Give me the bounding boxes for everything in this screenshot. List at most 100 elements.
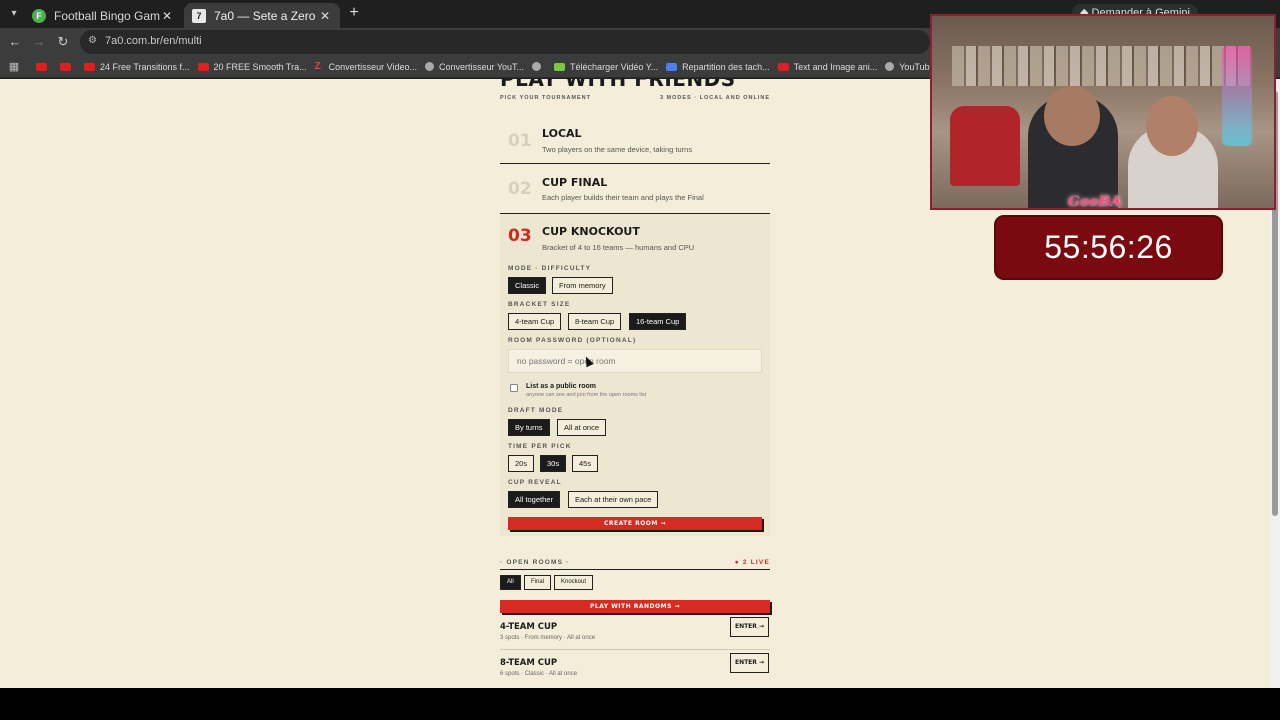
reload-icon[interactable]: ↻ [55, 34, 71, 50]
bookmark-item[interactable] [532, 62, 546, 71]
play-with-randoms-button[interactable]: PLAY WITH RANDOMS → [500, 600, 770, 613]
doc-icon [666, 62, 678, 71]
tab-title: Football Bingo Game - Play No [54, 8, 160, 23]
close-tab-icon[interactable]: ✕ [160, 9, 174, 23]
streamer-head-image [1146, 96, 1198, 156]
difficulty-label: MODE · DIFFICULTY [508, 265, 592, 272]
bookmark-item[interactable]: Télécharger Vidéo Y... [554, 62, 658, 72]
mode-number: 03 [508, 226, 532, 246]
back-icon[interactable]: ← [7, 34, 23, 50]
browser-window: ▾ F Football Bingo Game - Play No ✕ 7 7a… [0, 0, 1280, 720]
shelf-image [952, 46, 1252, 86]
password-label: ROOM PASSWORD (OPTIONAL) [508, 337, 637, 344]
cup-knockout-panel: 03 CUP KNOCKOUT Bracket of 4 to 16 teams… [500, 214, 770, 536]
live-count: ● 2 LIVE [734, 559, 770, 566]
pick-label: PICK YOUR TOURNAMENT [500, 95, 591, 101]
bracket-16-button[interactable]: 16-team Cup [629, 313, 687, 330]
globe-icon [424, 62, 434, 71]
globe-icon [885, 62, 895, 71]
mode-name: CUP FINAL [542, 176, 608, 189]
draft-label: DRAFT MODE [508, 407, 564, 414]
bracket-label: BRACKET SIZE [508, 301, 571, 308]
url-text: 7a0.com.br/en/multi [105, 35, 202, 47]
bookmark-item[interactable]: Convertisseur YouT... [424, 62, 524, 72]
youtube-icon [36, 62, 47, 71]
webcam-overlay: GooBA [930, 14, 1276, 210]
divider [500, 163, 770, 164]
new-tab-icon[interactable]: + [346, 5, 362, 21]
public-room-checkbox[interactable] [510, 384, 518, 392]
draft-by-turns-button[interactable]: By turns [508, 419, 550, 436]
z-icon: Z [314, 61, 321, 72]
create-room-button[interactable]: CREATE ROOM → [508, 517, 762, 530]
modes-count: 3 MODES · LOCAL AND ONLINE [659, 95, 770, 101]
tab-title: 7a0 — Sete a Zero [214, 8, 316, 23]
difficulty-classic-button[interactable]: Classic [508, 277, 547, 294]
bookmark-item[interactable]: Repartition des tach... [666, 62, 770, 72]
room-name: 8-TEAM CUP [500, 658, 558, 668]
bookmark-item[interactable]: Text and Image ani... [777, 62, 877, 72]
bookmark-item[interactable]: 24 Free Transitions f... [84, 62, 190, 72]
mode-description: Bracket of 4 to 16 teams — humans and CP… [542, 243, 695, 252]
draft-all-at-once-button[interactable]: All at once [557, 419, 607, 436]
cam-tag: GooBA [1068, 194, 1122, 210]
forward-icon[interactable]: → [31, 34, 47, 50]
close-tab-icon[interactable]: ✕ [318, 9, 332, 23]
filter-knockout-button[interactable]: Knockout [554, 575, 594, 590]
streamer-head-image [1044, 86, 1100, 146]
divider [500, 569, 770, 570]
room-meta: 6 spots · Classic · All at once [500, 671, 578, 677]
bracket-4-button[interactable]: 4-team Cup [508, 313, 562, 330]
mode-number: 02 [508, 179, 532, 199]
time-45s-button[interactable]: 45s [572, 455, 599, 472]
open-rooms-header: · OPEN ROOMS · ● 2 LIVE [500, 559, 770, 566]
tab-7a0[interactable]: 7 7a0 — Sete a Zero ✕ [184, 3, 340, 28]
bottom-bar [0, 688, 1280, 720]
time-30s-button[interactable]: 30s [540, 455, 567, 472]
tournament-subheader: PICK YOUR TOURNAMENT 3 MODES · LOCAL AND… [500, 95, 770, 101]
public-room-hint: anyone can see and join from the open ro… [526, 392, 647, 398]
youtube-icon [60, 62, 71, 71]
mode-name: LOCAL [542, 127, 582, 140]
youtube-icon [777, 62, 789, 71]
time-20s-button[interactable]: 20s [508, 455, 535, 472]
time-label: TIME PER PICK [508, 443, 572, 450]
apps-grid-icon[interactable]: ▦ [0, 60, 28, 73]
difficulty-memory-button[interactable]: From memory [552, 277, 613, 294]
room-name: 4-TEAM CUP [500, 622, 558, 632]
bookmark-item[interactable] [36, 62, 52, 71]
address-bar[interactable]: ⚙ 7a0.com.br/en/multi [80, 30, 930, 54]
bookmark-item[interactable]: 20 FREE Smooth Tra... [197, 62, 307, 72]
gaming-chair-image [950, 106, 1020, 186]
download-icon [554, 62, 566, 71]
enter-room-button[interactable]: ENTER → [730, 653, 769, 673]
enter-room-button[interactable]: ENTER → [730, 617, 769, 637]
mode-name: CUP KNOCKOUT [542, 225, 640, 238]
open-rooms-label: · OPEN ROOMS · [500, 559, 570, 566]
neon-light-image [1222, 46, 1252, 146]
tab-search-icon[interactable]: ▾ [6, 6, 22, 22]
public-room-label: List as a public room [526, 383, 597, 390]
filter-all-button[interactable]: All [500, 575, 521, 590]
site-info-icon[interactable]: ⚙ [88, 35, 97, 46]
filter-final-button[interactable]: Final [524, 575, 552, 590]
bookmark-item[interactable] [60, 62, 76, 71]
reveal-own-pace-button[interactable]: Each at their own pace [568, 491, 659, 508]
page-title: PLAY WITH FRIENDS [500, 79, 736, 91]
tab-football-bingo[interactable]: F Football Bingo Game - Play No ✕ [24, 3, 182, 28]
mode-description: Two players on the same device, taking t… [542, 145, 693, 154]
tab-favicon: F [32, 8, 46, 23]
bracket-8-button[interactable]: 8-team Cup [568, 313, 622, 330]
mode-number: 01 [508, 131, 532, 151]
divider [500, 649, 770, 650]
room-password-input[interactable] [508, 349, 762, 373]
tab-favicon: 7 [192, 8, 206, 23]
reveal-label: CUP REVEAL [508, 479, 562, 486]
youtube-icon [197, 62, 209, 71]
mode-description: Each player builds their team and plays … [542, 193, 704, 202]
bookmark-item[interactable]: Z Convertisseur Video... [315, 61, 417, 72]
globe-icon [532, 62, 542, 71]
youtube-icon [84, 62, 95, 71]
stream-timer: 55:56:26 [994, 215, 1223, 280]
reveal-all-together-button[interactable]: All together [508, 491, 560, 508]
